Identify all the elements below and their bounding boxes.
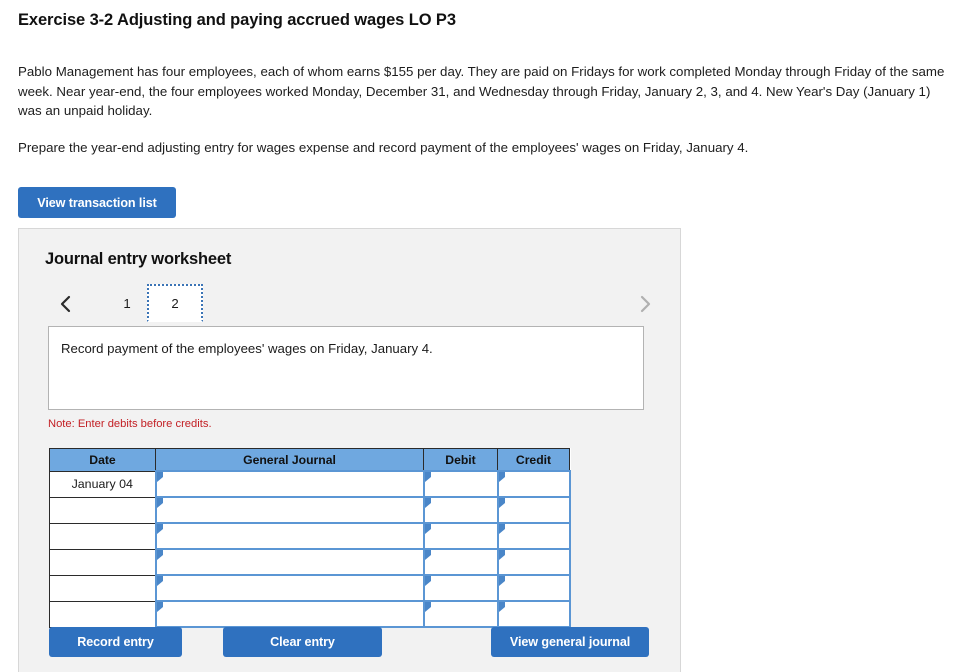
credit-input[interactable] [496, 496, 571, 524]
worksheet-pager: 1 2 [19, 284, 682, 324]
cell-marker-icon [498, 524, 505, 534]
date-cell[interactable] [49, 497, 156, 524]
journal-entry-description-text: Record payment of the employees' wages o… [61, 341, 433, 356]
date-cell[interactable]: January 04 [49, 470, 156, 498]
cell-marker-icon [424, 498, 431, 508]
debit-input[interactable] [422, 496, 499, 524]
cell-marker-icon [498, 472, 505, 482]
cell-marker-icon [156, 498, 163, 508]
credit-input[interactable] [496, 470, 571, 498]
column-header-general-journal: General Journal [155, 448, 424, 472]
journal-entry-table: Date General Journal Debit Credit Januar… [49, 448, 571, 628]
page-title: Exercise 3-2 Adjusting and paying accrue… [18, 11, 456, 29]
cell-marker-icon [156, 550, 163, 560]
exercise-paragraph-2: Prepare the year-end adjusting entry for… [18, 139, 749, 155]
date-cell[interactable] [49, 601, 156, 628]
column-header-debit: Debit [423, 448, 498, 472]
table-row [49, 496, 571, 524]
cell-marker-icon [498, 602, 505, 612]
table-header-row: Date General Journal Debit Credit [49, 448, 570, 472]
general-journal-input[interactable] [154, 548, 425, 576]
cell-marker-icon [498, 576, 505, 586]
table-row [49, 522, 571, 550]
debit-input[interactable] [422, 548, 499, 576]
debit-input[interactable] [422, 600, 499, 628]
column-header-date: Date [49, 448, 156, 472]
debits-before-credits-note: Note: Enter debits before credits. [48, 418, 212, 430]
general-journal-input[interactable] [154, 574, 425, 602]
worksheet-tab-2[interactable]: 2 [147, 284, 203, 322]
credit-input[interactable] [496, 574, 571, 602]
debit-input[interactable] [422, 470, 499, 498]
clear-entry-button[interactable]: Clear entry [223, 627, 382, 657]
worksheet-tab-1[interactable]: 1 [107, 284, 147, 322]
journal-entry-description-box: Record payment of the employees' wages o… [48, 326, 644, 410]
general-journal-input[interactable] [154, 470, 425, 498]
general-journal-input[interactable] [154, 600, 425, 628]
debit-input[interactable] [422, 574, 499, 602]
view-transaction-list-button[interactable]: View transaction list [18, 187, 176, 218]
view-general-journal-button[interactable]: View general journal [491, 627, 649, 657]
cell-marker-icon [424, 472, 431, 482]
cell-marker-icon [424, 576, 431, 586]
cell-marker-icon [424, 550, 431, 560]
cell-marker-icon [156, 602, 163, 612]
worksheet-tab-2-label: 2 [171, 295, 179, 311]
cell-marker-icon [424, 524, 431, 534]
cell-marker-icon [156, 472, 163, 482]
date-cell[interactable] [49, 575, 156, 602]
credit-input[interactable] [496, 548, 571, 576]
chevron-right-icon[interactable] [632, 291, 658, 317]
cell-marker-icon [498, 550, 505, 560]
cell-marker-icon [424, 602, 431, 612]
general-journal-input[interactable] [154, 496, 425, 524]
date-cell[interactable] [49, 549, 156, 576]
exercise-paragraph-1: Pablo Management has four employees, eac… [18, 64, 945, 118]
exercise-description: Pablo Management has four employees, eac… [18, 62, 946, 157]
worksheet-tab-1-label: 1 [123, 295, 131, 311]
table-row [49, 600, 571, 628]
credit-input[interactable] [496, 522, 571, 550]
table-row: January 04 [49, 470, 571, 498]
cell-marker-icon [498, 498, 505, 508]
credit-input[interactable] [496, 600, 571, 628]
chevron-left-icon[interactable] [53, 291, 79, 317]
date-cell[interactable] [49, 523, 156, 550]
record-entry-button[interactable]: Record entry [49, 627, 182, 657]
table-row [49, 548, 571, 576]
worksheet-title: Journal entry worksheet [45, 250, 232, 268]
table-row [49, 574, 571, 602]
column-header-credit: Credit [497, 448, 570, 472]
cell-marker-icon [156, 576, 163, 586]
cell-marker-icon [156, 524, 163, 534]
general-journal-input[interactable] [154, 522, 425, 550]
journal-entry-worksheet-panel: Journal entry worksheet 1 2 Record payme… [18, 228, 681, 672]
debit-input[interactable] [422, 522, 499, 550]
